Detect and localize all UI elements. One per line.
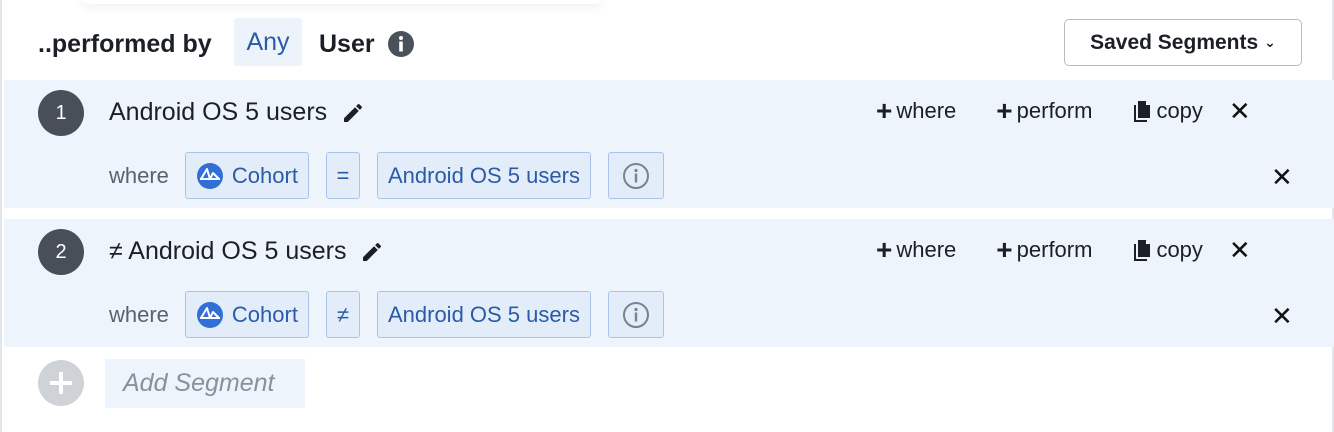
operator-chip[interactable]: = xyxy=(325,152,360,199)
add-perform-button[interactable]: + perform xyxy=(996,95,1093,126)
user-label: User xyxy=(319,30,375,58)
value-chip[interactable]: Android OS 5 users xyxy=(376,152,591,199)
copy-label: copy xyxy=(1156,98,1203,123)
value-chip[interactable]: Android OS 5 users xyxy=(376,291,591,338)
where-filter-row: where Cohort = Android OS 5 users xyxy=(109,152,664,199)
property-label: Cohort xyxy=(231,301,298,327)
info-outline-icon xyxy=(622,301,649,328)
segment-row: 2 ≠ Android OS 5 users + where + perform xyxy=(4,219,1334,347)
copy-label: copy xyxy=(1156,237,1203,262)
add-perform-label: perform xyxy=(1016,237,1093,262)
add-segment-button[interactable]: Add Segment xyxy=(105,359,305,408)
copy-icon xyxy=(1134,240,1151,261)
plus-icon: + xyxy=(876,234,893,265)
remove-filter-close-icon[interactable]: ✕ xyxy=(1271,301,1293,332)
chevron-down-icon: ⌄ xyxy=(1264,34,1276,50)
copy-segment-button[interactable]: copy xyxy=(1132,237,1203,263)
saved-segments-button[interactable]: Saved Segments ⌄ xyxy=(1064,19,1302,66)
property-chip[interactable]: Cohort xyxy=(184,152,309,199)
segment-number-badge: 1 xyxy=(38,90,84,136)
segment-actions: + where + perform copy ✕ xyxy=(876,234,1251,265)
copy-icon xyxy=(1134,101,1151,122)
info-outline-icon xyxy=(622,162,649,189)
add-perform-button[interactable]: + perform xyxy=(996,234,1093,265)
remove-filter-close-icon[interactable]: ✕ xyxy=(1271,162,1293,193)
property-chip[interactable]: Cohort xyxy=(184,291,309,338)
segment-number-badge: 2 xyxy=(38,229,84,275)
plus-icon: + xyxy=(876,95,893,126)
where-filter-row: where Cohort ≠ Android OS 5 users xyxy=(109,291,664,338)
remove-segment-close-icon[interactable]: ✕ xyxy=(1229,98,1251,124)
remove-segment-close-icon[interactable]: ✕ xyxy=(1229,237,1251,263)
info-icon[interactable] xyxy=(387,30,415,58)
copy-segment-button[interactable]: copy xyxy=(1132,98,1203,124)
cohort-icon xyxy=(196,301,223,328)
pencil-icon[interactable] xyxy=(360,240,384,264)
saved-segments-label: Saved Segments xyxy=(1090,30,1259,54)
where-label: where xyxy=(109,301,169,327)
info-button[interactable] xyxy=(607,152,664,199)
plus-icon: + xyxy=(996,95,1013,126)
segment-title-text: ≠ Android OS 5 users xyxy=(109,237,347,265)
pencil-icon[interactable] xyxy=(341,101,365,125)
segment-title[interactable]: Android OS 5 users xyxy=(109,98,365,127)
plus-icon: + xyxy=(996,234,1013,265)
segment-title-text: Android OS 5 users xyxy=(109,98,328,126)
add-perform-label: perform xyxy=(1016,98,1093,123)
performed-by-label: ..performed by xyxy=(38,30,212,58)
segment-header: ..performed by Any User Saved Segments ⌄ xyxy=(2,0,1334,80)
cohort-icon xyxy=(196,162,223,189)
segment-builder-panel: ..performed by Any User Saved Segments ⌄… xyxy=(0,0,1334,432)
property-label: Cohort xyxy=(231,162,298,188)
info-button[interactable] xyxy=(607,291,664,338)
add-segment-icon[interactable] xyxy=(38,360,84,406)
segment-actions: + where + perform copy ✕ xyxy=(876,95,1251,126)
add-where-label: where xyxy=(896,98,957,123)
any-selector[interactable]: Any xyxy=(234,18,302,66)
where-label: where xyxy=(109,162,169,188)
add-where-label: where xyxy=(896,237,957,262)
add-where-button[interactable]: + where xyxy=(876,95,957,126)
operator-chip[interactable]: ≠ xyxy=(325,291,360,338)
add-where-button[interactable]: + where xyxy=(876,234,957,265)
segment-row: 1 Android OS 5 users + where + perform c… xyxy=(4,80,1334,208)
segment-title[interactable]: ≠ Android OS 5 users xyxy=(109,237,384,266)
